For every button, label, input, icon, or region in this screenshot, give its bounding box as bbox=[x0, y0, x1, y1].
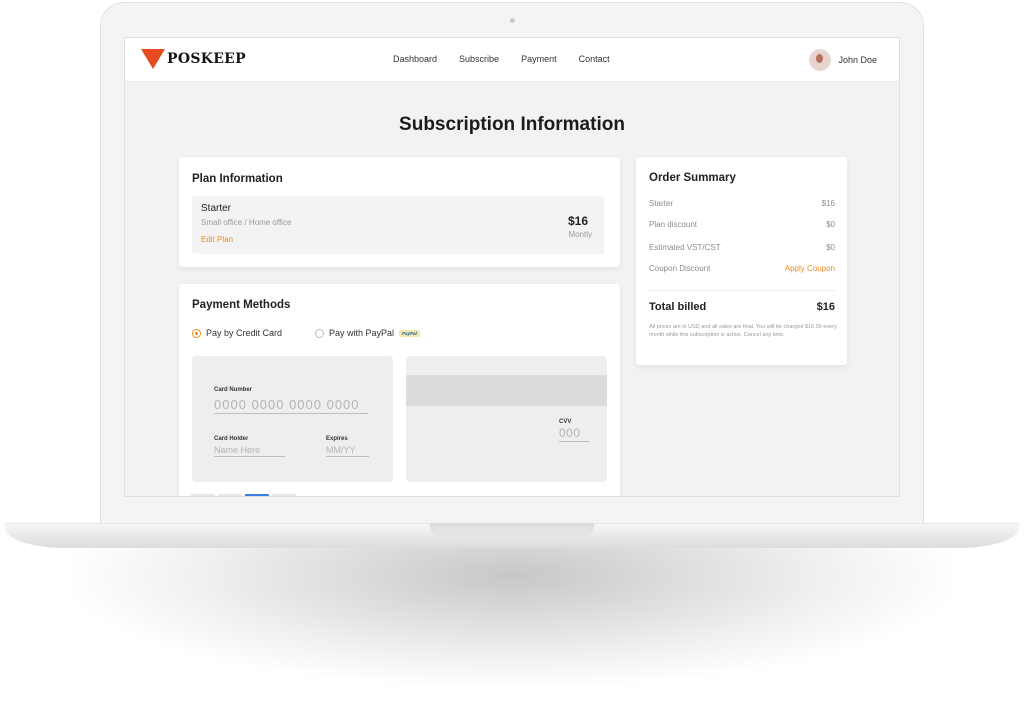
summary-row-label: Coupon Discount bbox=[649, 264, 711, 273]
user-menu[interactable]: John Doe bbox=[809, 49, 877, 71]
plan-price: $16 bbox=[567, 214, 588, 228]
payment-section-title: Payment Methods bbox=[192, 299, 291, 311]
radio-paypal[interactable] bbox=[315, 328, 324, 338]
cvv-input[interactable]: 000 bbox=[559, 426, 589, 442]
card-pager bbox=[191, 494, 296, 496]
nav-item-contact[interactable]: Contact bbox=[579, 54, 610, 64]
expires-input[interactable]: MM/YY bbox=[326, 445, 369, 457]
summary-row-value: $0 bbox=[826, 220, 835, 229]
total-billed-value: $16 bbox=[816, 301, 835, 313]
plan-description: Small office / Home office bbox=[201, 218, 292, 227]
page-title: Subscription Information bbox=[399, 114, 625, 135]
brand-logo[interactable]: POSKEEP bbox=[141, 49, 246, 69]
credit-card-front: Card Number 0000 0000 0000 0000 Card Hol… bbox=[192, 356, 393, 482]
brand-name: POSKEEP bbox=[167, 51, 246, 67]
summary-row-coupon: Coupon Discount Apply Coupon bbox=[649, 264, 835, 273]
user-name: John Doe bbox=[838, 55, 877, 65]
laptop-shadow bbox=[70, 548, 954, 688]
credit-card-label: Pay by Credit Card bbox=[206, 328, 283, 338]
nav-item-payment[interactable]: Payment bbox=[521, 54, 557, 64]
pager-dot[interactable] bbox=[218, 494, 242, 496]
paypal-logo-icon: PayPal bbox=[399, 329, 420, 337]
summary-divider bbox=[649, 290, 835, 291]
total-billed-label: Total billed bbox=[649, 301, 707, 313]
summary-row-value: $0 bbox=[826, 243, 835, 252]
pager-dot[interactable] bbox=[272, 494, 296, 496]
payment-option-credit-card[interactable]: Pay by Credit Card bbox=[192, 328, 282, 338]
credit-card-back: CVV 000 bbox=[406, 356, 607, 482]
summary-row-value: $16 bbox=[821, 199, 835, 208]
payment-methods-card: Payment Methods Pay by Credit Card Pay w… bbox=[179, 284, 620, 496]
summary-row-plan-discount: Plan discount $0 bbox=[649, 220, 835, 229]
payment-option-paypal[interactable]: Pay with PayPal PayPal bbox=[315, 328, 420, 338]
main-nav: Dashboard Subscribe Payment Contact bbox=[393, 54, 610, 64]
laptop-screen: POSKEEP Dashboard Subscribe Payment Cont… bbox=[124, 37, 900, 497]
nav-item-dashboard[interactable]: Dashboard bbox=[393, 54, 437, 64]
plan-section-title: Plan Information bbox=[192, 173, 283, 185]
summary-title: Order Summary bbox=[649, 172, 736, 184]
plan-information-card: Plan Information Starter Small office / … bbox=[179, 157, 620, 267]
plan-box: Starter Small office / Home office Edit … bbox=[192, 196, 604, 254]
edit-plan-link[interactable]: Edit Plan bbox=[201, 235, 233, 244]
plan-name: Starter bbox=[201, 203, 232, 214]
summary-row-starter: Starter $16 bbox=[649, 199, 835, 208]
card-number-label: Card Number bbox=[214, 387, 253, 393]
summary-row-label: Estimated VST/CST bbox=[649, 243, 721, 252]
plan-period: Montly bbox=[568, 230, 592, 239]
cvv-label: CVV bbox=[559, 419, 572, 425]
laptop-notch bbox=[430, 523, 594, 536]
top-navbar: POSKEEP Dashboard Subscribe Payment Cont… bbox=[125, 38, 899, 82]
pager-dot[interactable] bbox=[191, 494, 215, 496]
card-holder-input[interactable]: Name Here bbox=[214, 445, 285, 457]
order-summary-card: Order Summary Starter $16 Plan discount … bbox=[636, 157, 847, 365]
apply-coupon-link[interactable]: Apply Coupon bbox=[785, 264, 835, 273]
billing-note: All prices are in USD and all sales are … bbox=[649, 324, 837, 338]
card-holder-label: Card Holder bbox=[214, 436, 249, 442]
summary-row-tax: Estimated VST/CST $0 bbox=[649, 243, 835, 252]
logo-v-icon bbox=[141, 49, 165, 69]
summary-row-label: Plan discount bbox=[649, 220, 698, 229]
radio-credit-card[interactable] bbox=[192, 328, 201, 338]
camera-dot bbox=[510, 18, 515, 23]
card-number-input[interactable]: 0000 0000 0000 0000 bbox=[214, 397, 368, 414]
magnetic-strip bbox=[406, 375, 607, 406]
expires-label: Expires bbox=[326, 436, 348, 442]
pager-dot-active[interactable] bbox=[245, 494, 269, 496]
paypal-label: Pay with PayPal bbox=[329, 328, 395, 338]
avatar bbox=[809, 49, 832, 71]
nav-item-subscribe[interactable]: Subscribe bbox=[459, 54, 499, 64]
summary-row-label: Starter bbox=[649, 199, 674, 208]
